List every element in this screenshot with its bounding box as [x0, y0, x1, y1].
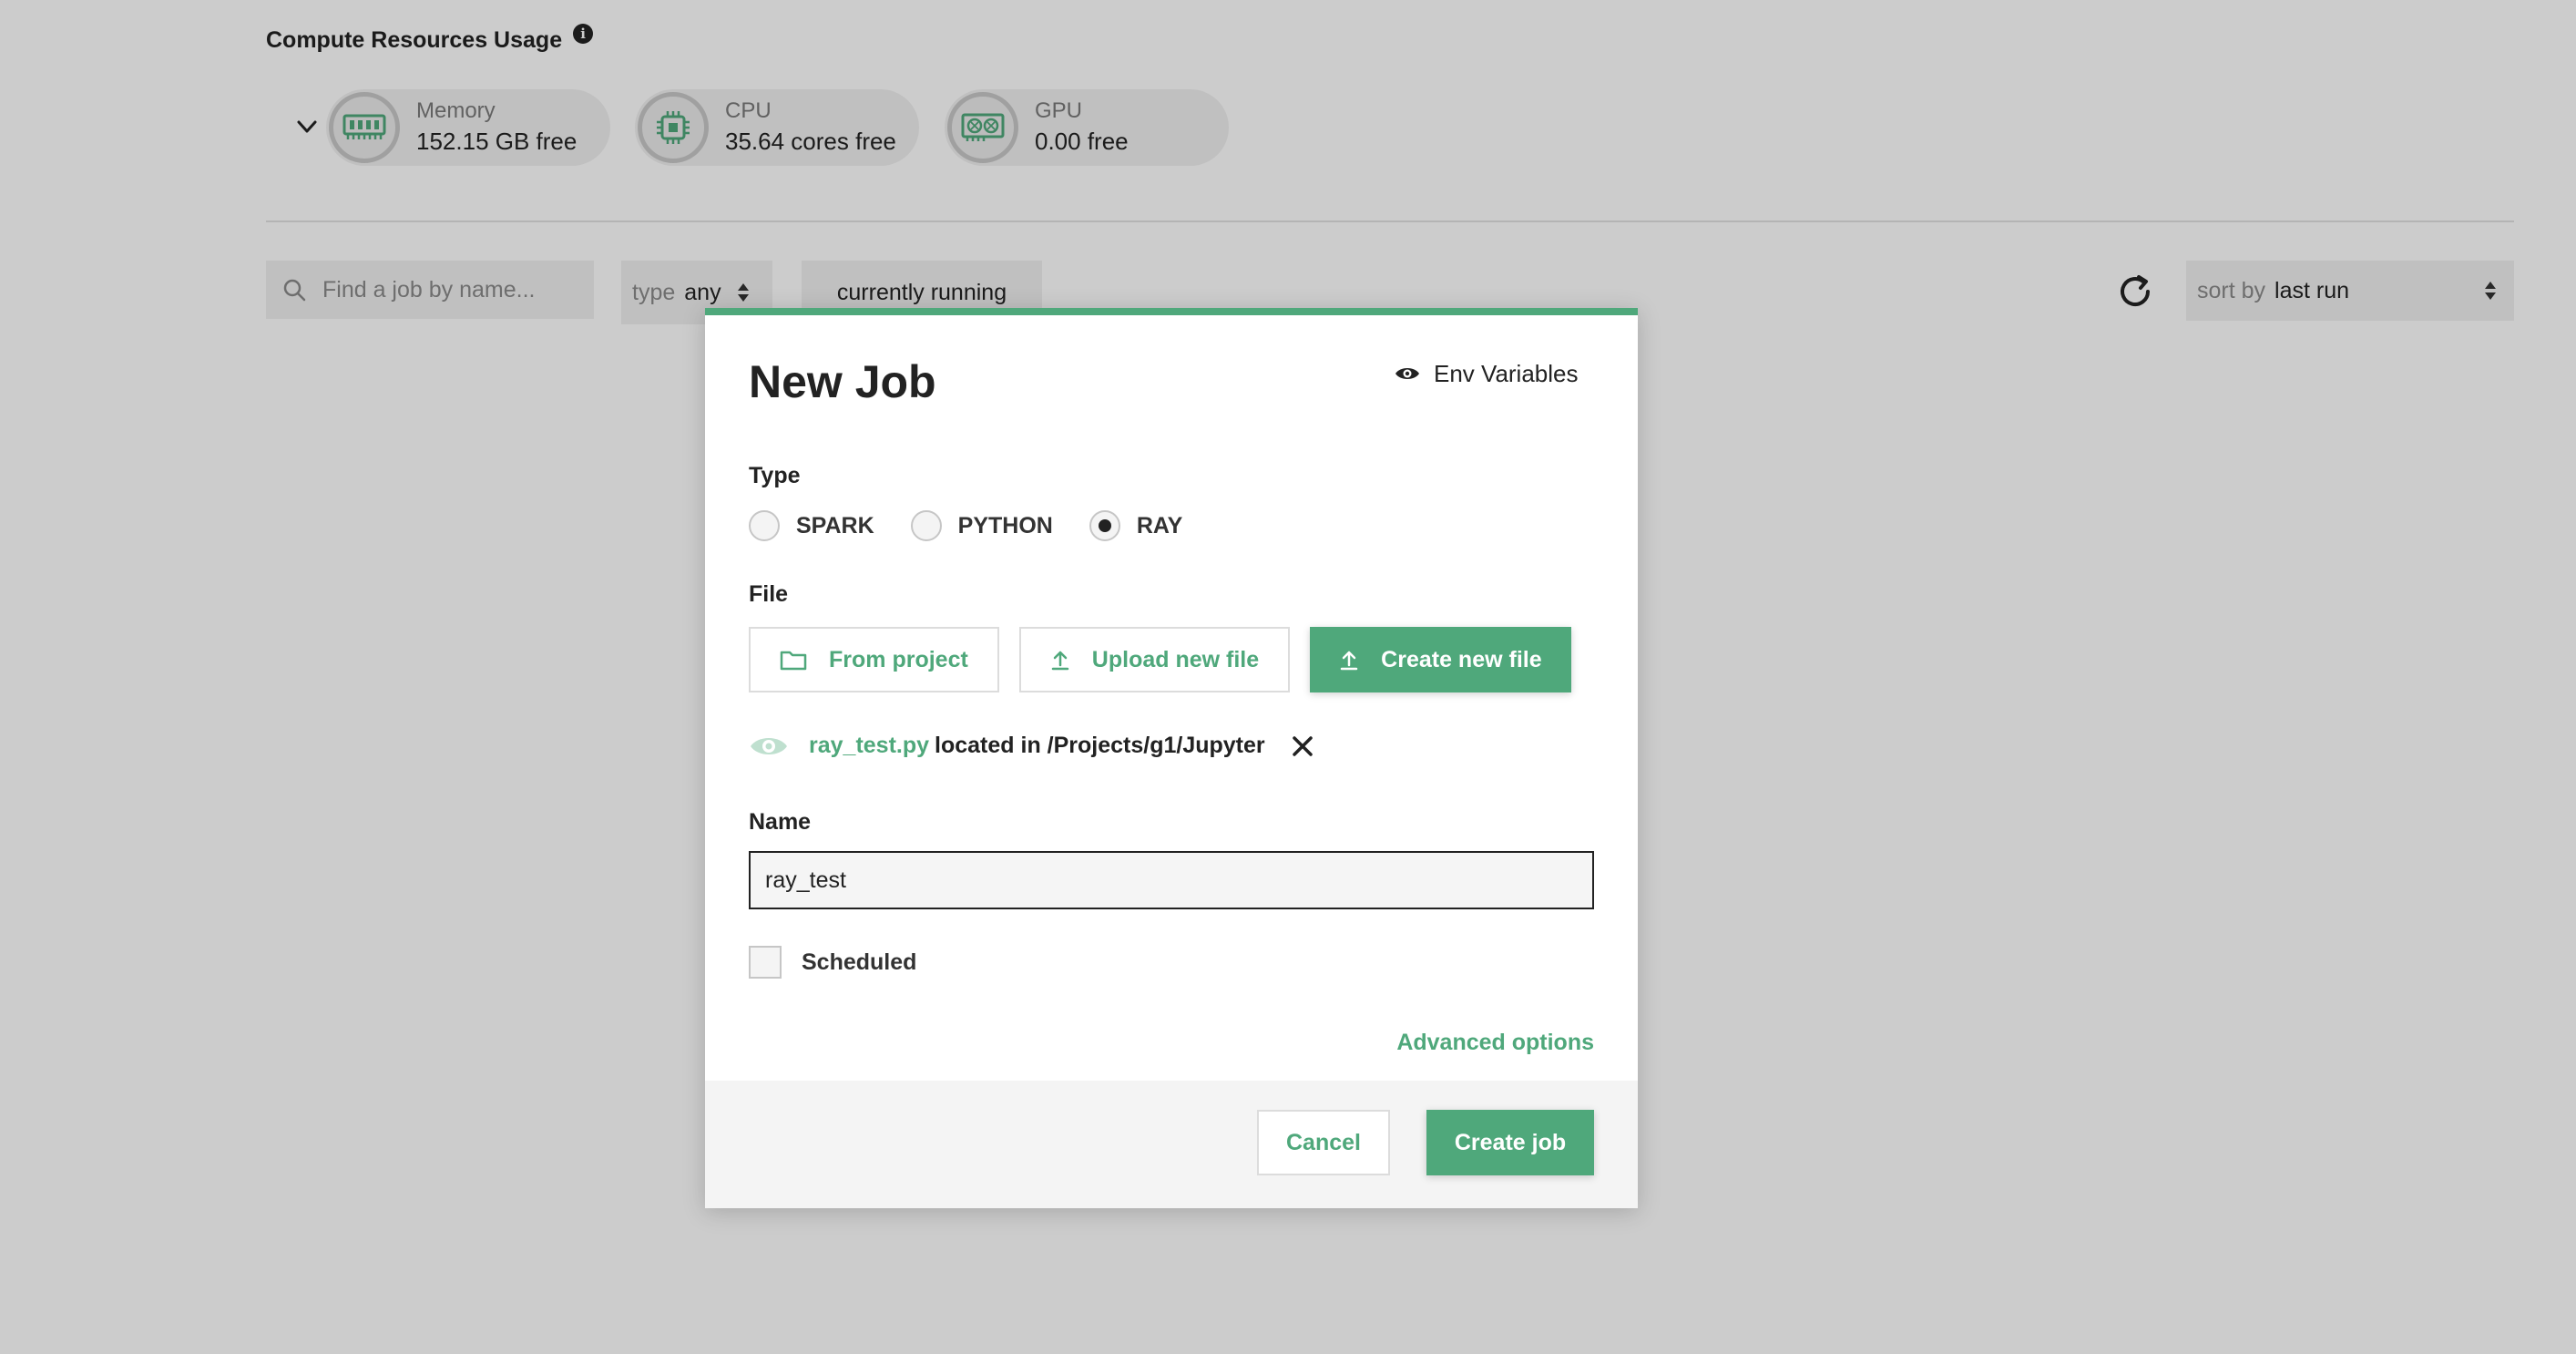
upload-icon — [1051, 651, 1069, 671]
radio-ray[interactable]: RAY — [1089, 510, 1183, 541]
selected-file: ray_test.py located in /Projects/g1/Jupy… — [749, 733, 1314, 759]
scheduled-label: Scheduled — [802, 949, 917, 975]
upload-file-button[interactable]: Upload new file — [1018, 627, 1291, 692]
env-variables-label: Env Variables — [1434, 359, 1579, 387]
selected-file-location: located in /Projects/g1/Jupyter — [935, 733, 1265, 758]
upload-icon — [1340, 651, 1358, 671]
radio-python-label: PYTHON — [957, 512, 1053, 539]
file-source-buttons: From project Upload new file Create new … — [749, 627, 1571, 692]
env-variables-button[interactable]: Env Variables — [1394, 355, 1579, 392]
from-project-label: From project — [829, 646, 968, 672]
dialog-footer: Cancel Create job — [705, 1081, 1638, 1208]
create-file-label: Create new file — [1381, 646, 1542, 672]
create-job-button[interactable]: Create job — [1426, 1110, 1594, 1175]
upload-file-label: Upload new file — [1091, 646, 1260, 672]
radio-python[interactable]: PYTHON — [910, 510, 1053, 541]
name-section-label: Name — [749, 809, 812, 835]
type-section-label: Type — [749, 463, 801, 488]
folder-icon — [780, 651, 807, 671]
eye-icon[interactable] — [749, 733, 789, 759]
new-job-dialog: New Job Env Variables Type SPARK PYTHON … — [705, 308, 1638, 1208]
radio-spark[interactable]: SPARK — [749, 510, 874, 541]
dialog-title: New Job — [749, 356, 936, 407]
file-section-label: File — [749, 581, 789, 607]
selected-file-name[interactable]: ray_test.py — [809, 733, 929, 759]
close-icon[interactable] — [1291, 734, 1314, 758]
scheduled-checkbox-box[interactable] — [749, 946, 782, 979]
job-name-input[interactable] — [749, 851, 1594, 909]
job-type-radio-group: SPARK PYTHON RAY — [749, 510, 1219, 541]
scheduled-checkbox[interactable]: Scheduled — [749, 946, 916, 979]
create-file-button[interactable]: Create new file — [1310, 627, 1571, 692]
eye-icon — [1395, 368, 1419, 379]
radio-ray-label: RAY — [1136, 512, 1183, 539]
radio-spark-label: SPARK — [796, 512, 874, 539]
from-project-button[interactable]: From project — [749, 627, 999, 692]
cancel-button[interactable]: Cancel — [1257, 1110, 1390, 1175]
advanced-options-link[interactable]: Advanced options — [1396, 1030, 1594, 1056]
